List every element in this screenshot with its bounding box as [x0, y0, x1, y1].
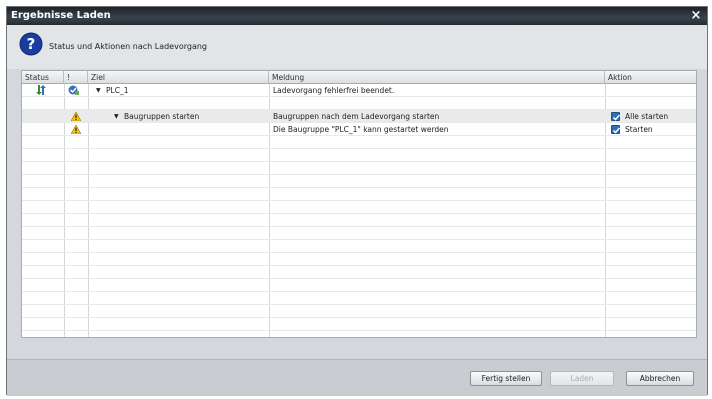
table-row	[22, 201, 696, 214]
table-row	[22, 279, 696, 292]
column-header-aktion[interactable]: Aktion	[605, 71, 696, 84]
table-row	[22, 162, 696, 175]
table-row	[22, 214, 696, 227]
column-header-exclamation[interactable]: !	[64, 71, 88, 84]
download-status-icon	[36, 85, 46, 95]
device-ok-icon	[68, 85, 79, 95]
finish-button[interactable]: Fertig stellen	[470, 371, 542, 386]
column-header-meldung[interactable]: Meldung	[269, 71, 605, 84]
dialog-title: Ergebnisse Laden	[11, 10, 111, 21]
table-row	[22, 175, 696, 188]
results-table: Status ! Ziel Meldung Aktion ▼ PLC_1 Lad…	[21, 70, 697, 338]
table-row	[22, 292, 696, 305]
table-row	[22, 318, 696, 331]
close-icon[interactable]: ×	[689, 7, 703, 25]
dialog-footer: Fertig stellen Laden Abbrechen	[7, 359, 707, 396]
load-button[interactable]: Laden	[550, 371, 614, 386]
table-row	[22, 240, 696, 253]
checkmark-icon	[612, 114, 621, 121]
help-icon: ?	[19, 32, 43, 56]
warning-icon	[71, 112, 81, 121]
table-row	[22, 149, 696, 162]
cancel-button[interactable]: Abbrechen	[626, 371, 694, 386]
message-text: Die Baugruppe "PLC_1" kann gestartet wer…	[273, 125, 449, 134]
table-row[interactable]: ▼ Baugruppen starten Baugruppen nach dem…	[22, 110, 696, 123]
header-text: Status und Aktionen nach Ladevorgang	[49, 42, 208, 51]
action-label: Starten	[625, 125, 653, 134]
title-bar: Ergebnisse Laden ×	[7, 7, 707, 25]
table-row	[22, 253, 696, 266]
action-label: Alle starten	[625, 112, 669, 121]
start-all-checkbox[interactable]	[611, 112, 621, 121]
dialog-header: ? Status und Aktionen nach Ladevorgang	[7, 25, 707, 69]
table-row	[22, 188, 696, 201]
load-results-dialog: Ergebnisse Laden × ? Status und Aktionen…	[6, 6, 708, 396]
table-header: Status ! Ziel Meldung Aktion	[22, 71, 696, 84]
table-row[interactable]: Die Baugruppe "PLC_1" kann gestartet wer…	[22, 123, 696, 136]
warning-icon	[71, 125, 81, 134]
start-checkbox[interactable]	[611, 125, 621, 134]
message-text: Ladevorgang fehlerfrei beendet.	[273, 86, 395, 95]
message-text: Baugruppen nach dem Ladevorgang starten	[273, 112, 440, 121]
table-row	[22, 305, 696, 318]
checkmark-icon	[612, 127, 621, 134]
column-header-ziel[interactable]: Ziel	[88, 71, 269, 84]
table-row	[22, 266, 696, 279]
column-header-status[interactable]: Status	[22, 71, 64, 84]
target-name: PLC_1	[106, 86, 129, 95]
target-name: Baugruppen starten	[124, 112, 200, 121]
expand-arrow-icon[interactable]: ▼	[114, 110, 119, 123]
table-row	[22, 227, 696, 240]
svg-text:?: ?	[27, 35, 36, 53]
expand-arrow-icon[interactable]: ▼	[96, 84, 101, 97]
table-row	[22, 97, 696, 110]
table-row[interactable]: ▼ PLC_1 Ladevorgang fehlerfrei beendet.	[22, 84, 696, 97]
table-row	[22, 136, 696, 149]
